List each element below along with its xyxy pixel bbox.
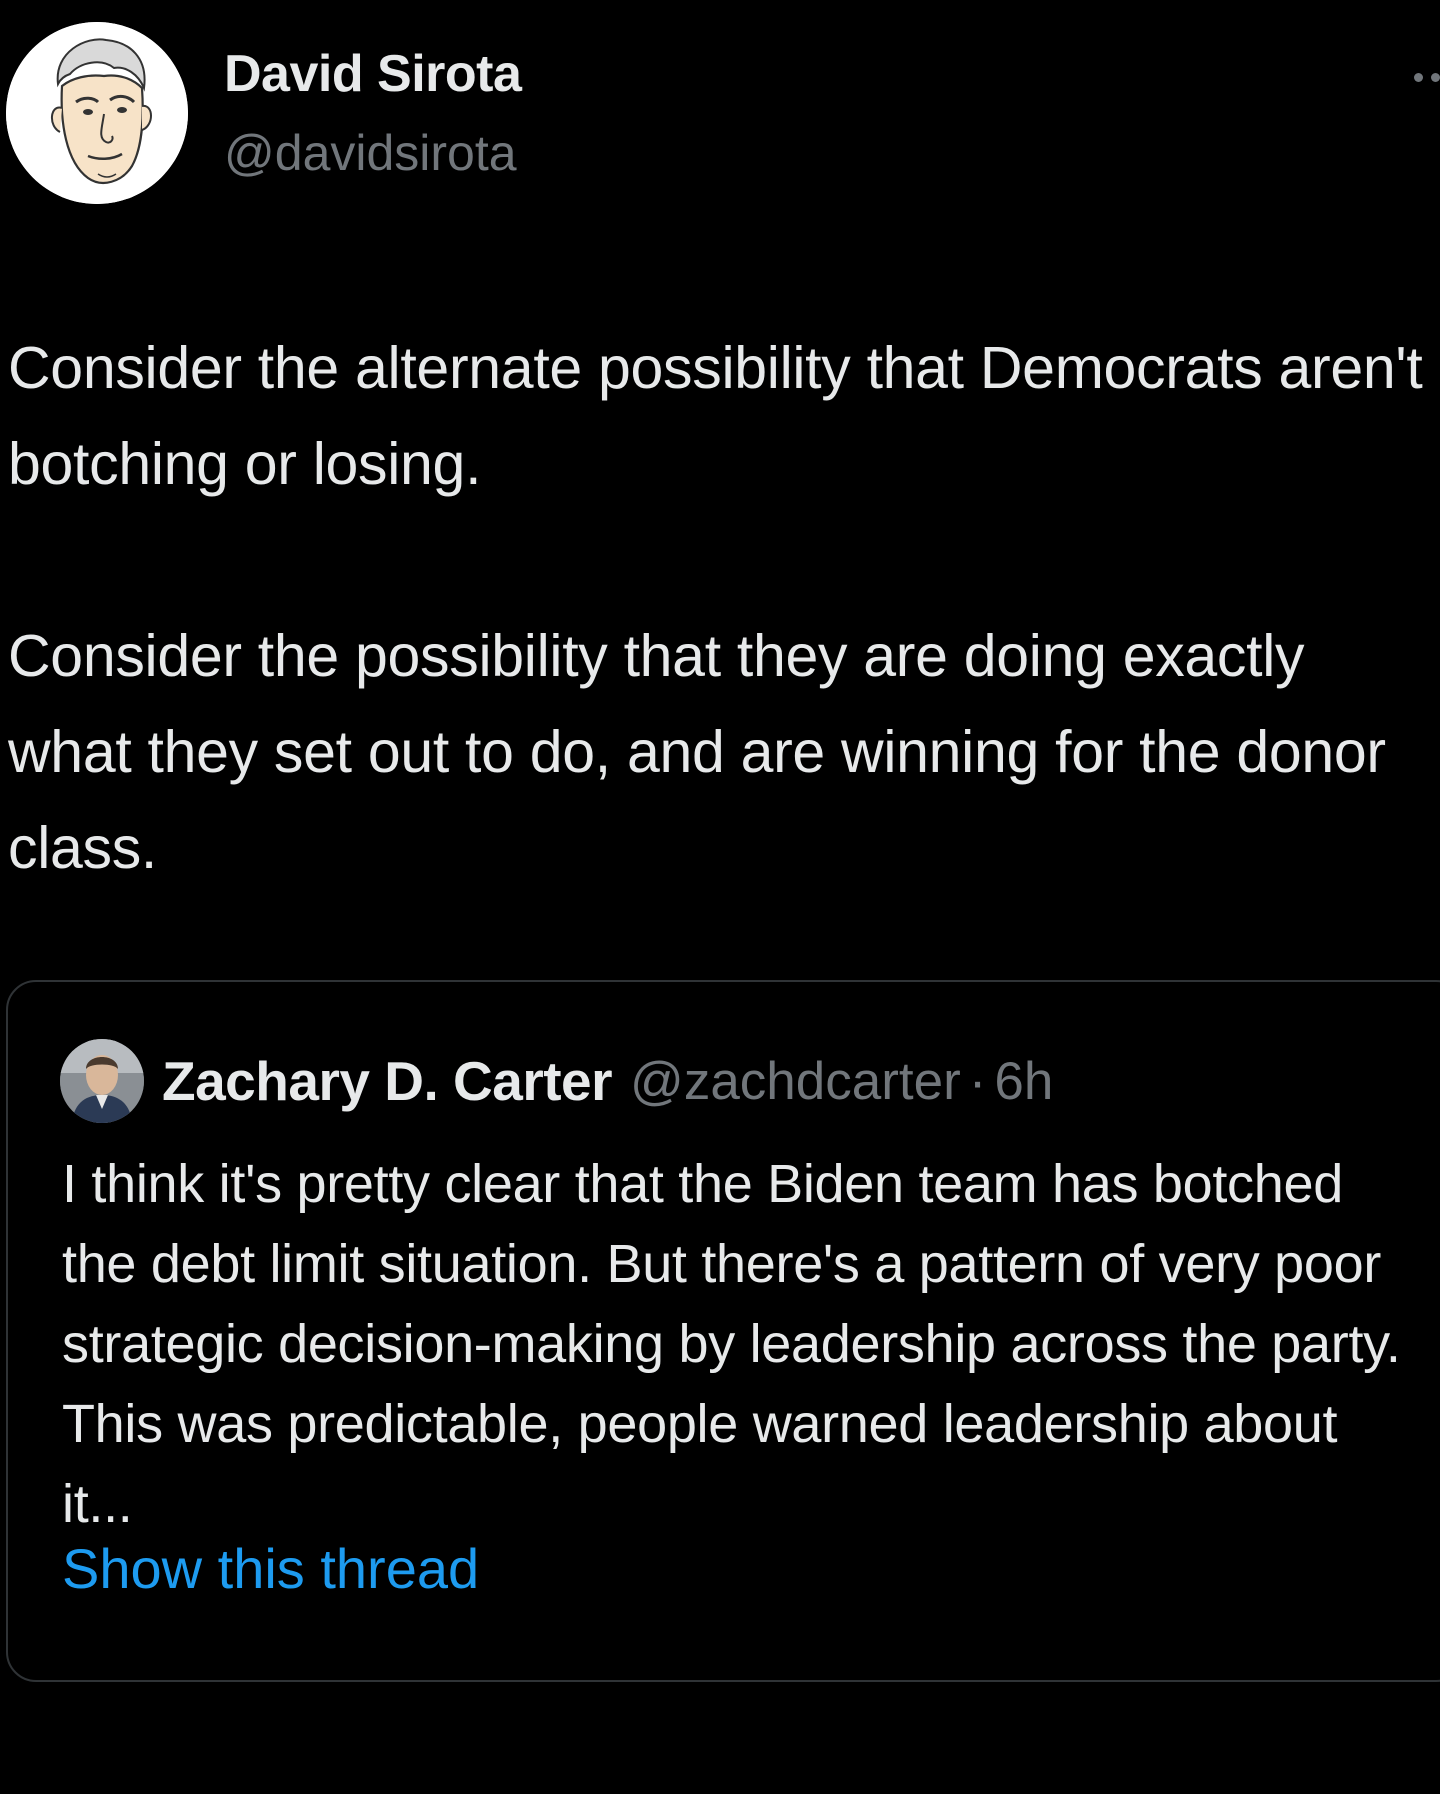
more-horizontal-icon — [1414, 72, 1423, 82]
quoted-author-handle: @zachdcarter — [630, 1051, 961, 1111]
tweet: David Sirota @davidsirota Consider the a… — [0, 0, 1440, 1794]
quoted-author-avatar — [60, 1039, 144, 1123]
tweet-paragraph: Consider the alternate possibility that … — [8, 335, 1423, 497]
quoted-author-display-name: Zachary D. Carter — [162, 1050, 613, 1112]
quoted-tweet-timestamp[interactable]: 6h — [994, 1051, 1053, 1112]
quoted-tweet-card[interactable]: Zachary D. Carter @zachdcarter · 6h I th… — [6, 980, 1440, 1682]
quoted-author-photo — [60, 1039, 144, 1123]
author-avatar-caricature — [6, 22, 188, 204]
more-options-button[interactable] — [1392, 62, 1440, 92]
tweet-text: Consider the alternate possibility that … — [8, 320, 1428, 896]
author-display-name[interactable]: David Sirota — [224, 44, 522, 104]
meta-separator: · — [968, 1051, 987, 1111]
quoted-tweet-text: I think it's pretty clear that the Biden… — [62, 1154, 1401, 1534]
author-handle[interactable]: @davidsirota — [224, 124, 517, 182]
quoted-tweet-header: Zachary D. Carter @zachdcarter · 6h — [60, 1038, 1053, 1124]
show-thread-link[interactable]: Show this thread — [62, 1536, 479, 1601]
tweet-paragraph: Consider the possibility that they are d… — [8, 623, 1386, 881]
more-horizontal-icon-dot — [1431, 72, 1440, 82]
author-avatar[interactable] — [6, 22, 188, 204]
